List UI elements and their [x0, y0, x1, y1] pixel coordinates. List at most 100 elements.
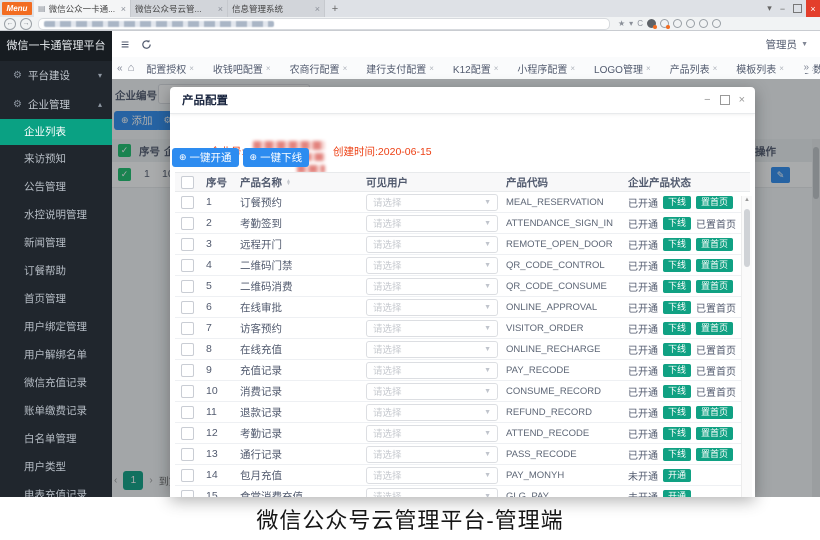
sidebar-item[interactable]: 企业列表 — [0, 119, 112, 145]
tab-close-icon[interactable]: × — [494, 64, 499, 73]
scroll-tabs-right-icon[interactable]: » — [800, 62, 812, 73]
sidebar-group[interactable]: ⚙平台建设▾ — [0, 61, 112, 90]
sidebar-item[interactable]: 用户绑定管理 — [0, 313, 112, 341]
row-checkbox[interactable] — [181, 406, 194, 419]
refresh-icon[interactable]: C — [637, 19, 643, 28]
row-checkbox[interactable] — [181, 385, 194, 398]
maximize-icon[interactable] — [793, 4, 802, 13]
nav-tab[interactable]: 模板列表× — [732, 59, 788, 78]
status-action-button[interactable]: 下线 — [663, 301, 691, 314]
chevron-down-icon[interactable]: ▾ — [629, 19, 633, 28]
browser-tab[interactable]: ■信息管理系统× — [228, 0, 325, 17]
status-action-button[interactable]: 置首页 — [696, 448, 733, 461]
nav-tab[interactable]: 收钱吧配置× — [209, 59, 275, 78]
status-action-button[interactable]: 下线 — [663, 238, 691, 251]
tab-close-icon[interactable]: × — [189, 64, 194, 73]
sidebar-item[interactable]: 电表充值记录 — [0, 481, 112, 497]
browser-tab[interactable]: ■微信公众号云管...× — [131, 0, 228, 17]
sidebar-item[interactable]: 首页管理 — [0, 285, 112, 313]
tab-close-icon[interactable]: × — [646, 64, 651, 73]
row-checkbox[interactable] — [181, 490, 194, 498]
extension-icon-3[interactable] — [673, 19, 682, 28]
sidebar-item[interactable]: 来访预知 — [0, 145, 112, 173]
visible-users-select[interactable]: 请选择▼ — [366, 467, 498, 484]
row-checkbox[interactable] — [181, 322, 194, 335]
refresh-icon[interactable] — [141, 39, 152, 50]
row-checkbox[interactable] — [181, 343, 194, 356]
sidebar-item[interactable]: 公告管理 — [0, 173, 112, 201]
close-icon[interactable]: × — [806, 0, 820, 17]
offline-all-button[interactable]: ⊕ 一键下线 — [243, 148, 310, 167]
status-action-button[interactable]: 下线 — [663, 364, 691, 377]
visible-users-select[interactable]: 请选择▼ — [366, 215, 498, 232]
browser-tab[interactable]: ▤微信公众一卡通...× — [34, 0, 131, 17]
row-checkbox[interactable] — [181, 469, 194, 482]
status-action-button[interactable]: 置首页 — [696, 238, 733, 251]
modal-maximize-icon[interactable] — [720, 95, 730, 105]
visible-users-select[interactable]: 请选择▼ — [366, 488, 498, 498]
status-action-button[interactable]: 开通 — [663, 469, 691, 482]
extension-icon-5[interactable] — [699, 19, 708, 28]
new-tab-button[interactable]: + — [327, 1, 343, 16]
tab-close-icon[interactable]: × — [315, 4, 320, 14]
status-action-button[interactable]: 下线 — [663, 280, 691, 293]
select-all-checkbox[interactable] — [181, 176, 194, 189]
status-action-button[interactable]: 下线 — [663, 385, 691, 398]
extension-icon-1[interactable] — [647, 19, 656, 28]
nav-tab[interactable]: LOGO管理× — [590, 59, 655, 78]
visible-users-select[interactable]: 请选择▼ — [366, 446, 498, 463]
url-input[interactable] — [38, 18, 610, 30]
visible-users-select[interactable]: 请选择▼ — [366, 425, 498, 442]
tab-close-icon[interactable]: × — [121, 4, 126, 14]
sidebar-item[interactable]: 微信充值记录 — [0, 369, 112, 397]
modal-close-icon[interactable]: × — [739, 94, 745, 106]
visible-users-select[interactable]: 请选择▼ — [366, 194, 498, 211]
user-menu[interactable]: 管理员 ▼ — [766, 31, 808, 57]
minimize-icon[interactable]: − — [776, 4, 789, 14]
status-action-button[interactable]: 置首页 — [696, 196, 733, 209]
extension-icon-4[interactable] — [686, 19, 695, 28]
tab-close-icon[interactable]: × — [343, 64, 348, 73]
visible-users-select[interactable]: 请选择▼ — [366, 236, 498, 253]
status-action-button[interactable]: 置首页 — [696, 406, 733, 419]
sidebar-item[interactable]: 新闻管理 — [0, 229, 112, 257]
status-action-button[interactable]: 下线 — [663, 217, 691, 230]
row-checkbox[interactable] — [181, 259, 194, 272]
visible-users-select[interactable]: 请选择▼ — [366, 299, 498, 316]
status-action-button[interactable]: 置首页 — [696, 280, 733, 293]
status-action-button[interactable]: 置首页 — [696, 322, 733, 335]
status-action-button[interactable]: 下线 — [663, 343, 691, 356]
back-icon[interactable]: ← — [4, 18, 16, 30]
scroll-up-icon[interactable]: ▲ — [742, 197, 752, 203]
sidebar-item[interactable]: 订餐帮助 — [0, 257, 112, 285]
row-checkbox[interactable] — [181, 280, 194, 293]
chevron-down-icon[interactable]: ▾ — [763, 3, 776, 14]
tab-close-icon[interactable]: × — [429, 64, 434, 73]
status-action-button[interactable]: 下线 — [663, 427, 691, 440]
nav-tab[interactable]: 小程序配置× — [513, 59, 579, 78]
visible-users-select[interactable]: 请选择▼ — [366, 341, 498, 358]
status-action-button[interactable]: 下线 — [663, 259, 691, 272]
sidebar-item[interactable]: 水控说明管理 — [0, 201, 112, 229]
row-checkbox[interactable] — [181, 238, 194, 251]
row-checkbox[interactable] — [181, 196, 194, 209]
scrollbar-thumb[interactable] — [744, 209, 750, 267]
status-action-button[interactable]: 开通 — [663, 490, 691, 498]
row-checkbox[interactable] — [181, 301, 194, 314]
nav-tab[interactable]: 农商行配置× — [286, 59, 352, 78]
visible-users-select[interactable]: 请选择▼ — [366, 320, 498, 337]
nav-tab[interactable]: 配置授权× — [142, 59, 198, 78]
extension-icon-6[interactable] — [712, 19, 721, 28]
status-action-button[interactable]: 下线 — [663, 448, 691, 461]
nav-tab[interactable]: 产品列表× — [666, 59, 722, 78]
home-icon[interactable]: ⌂ — [128, 62, 135, 74]
modal-table-scrollbar[interactable]: ▲ — [741, 196, 752, 497]
status-action-button[interactable]: 置首页 — [696, 427, 733, 440]
row-checkbox[interactable] — [181, 448, 194, 461]
sidebar-item[interactable]: 白名单管理 — [0, 425, 112, 453]
scroll-tabs-left-icon[interactable]: « — [117, 63, 123, 74]
row-checkbox[interactable] — [181, 217, 194, 230]
tab-close-icon[interactable]: × — [266, 64, 271, 73]
bookmark-star-icon[interactable]: ★ — [618, 19, 625, 28]
nav-tab[interactable]: 建行支付配置× — [362, 59, 438, 78]
